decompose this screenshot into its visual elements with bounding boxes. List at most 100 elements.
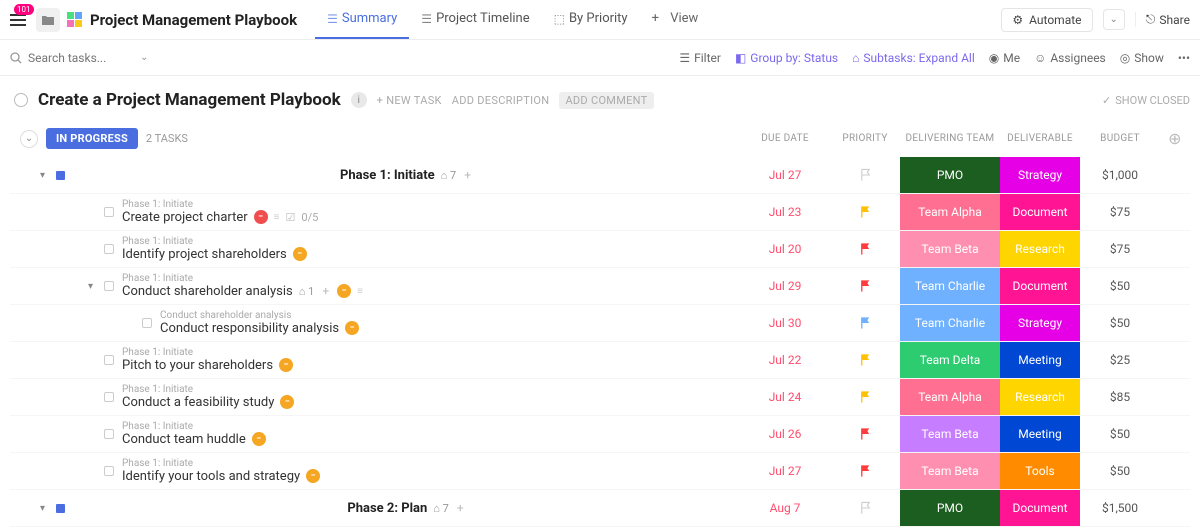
deliverable-cell[interactable]: Strategy	[1000, 305, 1080, 341]
search-input[interactable]	[28, 51, 128, 65]
budget-cell[interactable]: $25	[1080, 353, 1160, 367]
tab-summary[interactable]: ☰Summary	[315, 1, 409, 39]
task-name[interactable]: Pitch to your shareholders −	[122, 358, 740, 373]
col-header-deliverable[interactable]: DELIVERABLE	[1000, 133, 1080, 144]
priority-cell[interactable]	[830, 464, 900, 478]
stop-icon[interactable]: −	[254, 210, 268, 224]
budget-cell[interactable]: $50	[1080, 464, 1160, 478]
deliverable-cell[interactable]: Tools	[1000, 453, 1080, 489]
status-pill[interactable]: IN PROGRESS	[46, 128, 138, 149]
team-cell[interactable]: Team Beta	[900, 231, 1000, 267]
info-icon[interactable]: i	[351, 92, 367, 108]
priority-cell[interactable]	[830, 501, 900, 515]
task-name[interactable]: Phase 1: Initiate	[340, 168, 435, 183]
show-closed-button[interactable]: ✓SHOW CLOSED	[1102, 94, 1190, 107]
pause-icon[interactable]: −	[252, 432, 266, 446]
team-cell[interactable]: Team Delta	[900, 342, 1000, 378]
due-date-cell[interactable]: Jul 30	[740, 316, 830, 330]
pause-icon[interactable]: −	[293, 247, 307, 261]
budget-cell[interactable]: $50	[1080, 316, 1160, 330]
deliverable-cell[interactable]: Research	[1000, 379, 1080, 415]
task-row[interactable]: Phase 1: InitiateIdentify project shareh…	[10, 231, 1190, 268]
team-cell[interactable]: Team Alpha	[900, 194, 1000, 230]
more-button[interactable]: •••	[1178, 51, 1190, 65]
due-date-cell[interactable]: Jul 22	[740, 353, 830, 367]
pause-icon[interactable]: −	[345, 321, 359, 335]
task-row[interactable]: Conduct shareholder analysisConduct resp…	[10, 305, 1190, 342]
deliverable-cell[interactable]: Research	[1000, 231, 1080, 267]
status-circle-icon[interactable]	[14, 93, 28, 107]
assignees-button[interactable]: ☺Assignees	[1034, 51, 1106, 65]
task-name[interactable]: Create project charter −≡☑0/5	[122, 210, 740, 225]
filter-button[interactable]: ☰Filter	[679, 51, 721, 65]
task-row[interactable]: ▾Phase 1: InitiateConduct shareholder an…	[10, 268, 1190, 305]
search-chevron-icon[interactable]: ⌄	[140, 52, 148, 63]
task-name[interactable]: Conduct responsibility analysis −	[160, 321, 740, 336]
deliverable-cell[interactable]: Meeting	[1000, 342, 1080, 378]
team-cell[interactable]: Team Beta	[900, 416, 1000, 452]
task-name[interactable]: Identify your tools and strategy −	[122, 469, 740, 484]
new-task-button[interactable]: + NEW TASK	[377, 94, 442, 107]
deliverable-cell[interactable]: Document	[1000, 268, 1080, 304]
me-button[interactable]: ◉Me	[989, 51, 1020, 65]
pause-icon[interactable]: −	[306, 469, 320, 483]
budget-cell[interactable]: $75	[1080, 242, 1160, 256]
task-row[interactable]: Phase 1: InitiateConduct a feasibility s…	[10, 379, 1190, 416]
priority-cell[interactable]	[830, 279, 900, 293]
due-date-cell[interactable]: Jul 27	[740, 168, 830, 182]
budget-cell[interactable]: $75	[1080, 205, 1160, 219]
status-checkbox[interactable]	[104, 244, 114, 254]
task-row[interactable]: Phase 1: InitiateIdentify your tools and…	[10, 453, 1190, 490]
status-checkbox[interactable]	[104, 392, 114, 402]
add-comment-button[interactable]: ADD COMMENT	[559, 92, 653, 109]
toggle-icon[interactable]: ▾	[40, 170, 52, 181]
add-subtask-button[interactable]: +	[462, 168, 473, 182]
priority-cell[interactable]	[830, 353, 900, 367]
col-header-budget[interactable]: BUDGET	[1080, 133, 1160, 144]
priority-cell[interactable]	[830, 316, 900, 330]
col-header-team[interactable]: DELIVERING TEAM	[900, 133, 1000, 144]
task-row[interactable]: Phase 1: InitiatePitch to your sharehold…	[10, 342, 1190, 379]
priority-cell[interactable]	[830, 427, 900, 441]
due-date-cell[interactable]: Jul 29	[740, 279, 830, 293]
team-cell[interactable]: Team Charlie	[900, 268, 1000, 304]
budget-cell[interactable]: $1,000	[1080, 168, 1160, 182]
pause-icon[interactable]: −	[337, 284, 351, 298]
task-row[interactable]: ▾Phase 1: Initiate⌂ 7+Jul 27PMOStrategy$…	[10, 157, 1190, 194]
budget-cell[interactable]: $85	[1080, 390, 1160, 404]
status-checkbox[interactable]	[104, 466, 114, 476]
due-date-cell[interactable]: Jul 26	[740, 427, 830, 441]
team-cell[interactable]: Team Beta	[900, 453, 1000, 489]
task-name[interactable]: Conduct shareholder analysis ⌂ 1+−≡	[122, 284, 740, 299]
team-cell[interactable]: Team Charlie	[900, 305, 1000, 341]
priority-cell[interactable]	[830, 168, 900, 182]
subtasks-button[interactable]: ⌂Subtasks: Expand All	[852, 51, 975, 65]
priority-cell[interactable]	[830, 205, 900, 219]
menu-toggle[interactable]: 101	[10, 14, 30, 26]
folder-icon[interactable]	[36, 8, 60, 32]
due-date-cell[interactable]: Jul 23	[740, 205, 830, 219]
status-square-icon[interactable]	[56, 171, 65, 180]
tab-priority[interactable]: ⬚By Priority	[542, 1, 640, 39]
collapse-group-icon[interactable]: ⌄	[20, 130, 38, 148]
add-subtask-button[interactable]: +	[455, 501, 466, 515]
toggle-icon[interactable]: ▾	[88, 281, 100, 292]
task-name[interactable]: Phase 2: Plan	[347, 501, 427, 516]
deliverable-cell[interactable]: Document	[1000, 194, 1080, 230]
status-checkbox[interactable]	[104, 355, 114, 365]
status-checkbox[interactable]	[104, 429, 114, 439]
status-square-icon[interactable]	[56, 504, 65, 513]
show-button[interactable]: ◎Show	[1120, 51, 1164, 65]
tab-timeline[interactable]: ☰Project Timeline	[409, 1, 541, 39]
due-date-cell[interactable]: Jul 24	[740, 390, 830, 404]
tab-add-view[interactable]: + View	[640, 1, 711, 39]
deliverable-cell[interactable]: Meeting	[1000, 416, 1080, 452]
automate-chevron[interactable]: ⌄	[1103, 9, 1125, 30]
team-cell[interactable]: Team Alpha	[900, 379, 1000, 415]
add-description-button[interactable]: ADD DESCRIPTION	[452, 94, 550, 107]
due-date-cell[interactable]: Jul 27	[740, 464, 830, 478]
add-subtask-button[interactable]: +	[320, 284, 331, 298]
share-button[interactable]: ⎋Share	[1135, 12, 1190, 27]
groupby-button[interactable]: ◧Group by: Status	[735, 51, 838, 65]
team-cell[interactable]: PMO	[900, 157, 1000, 193]
